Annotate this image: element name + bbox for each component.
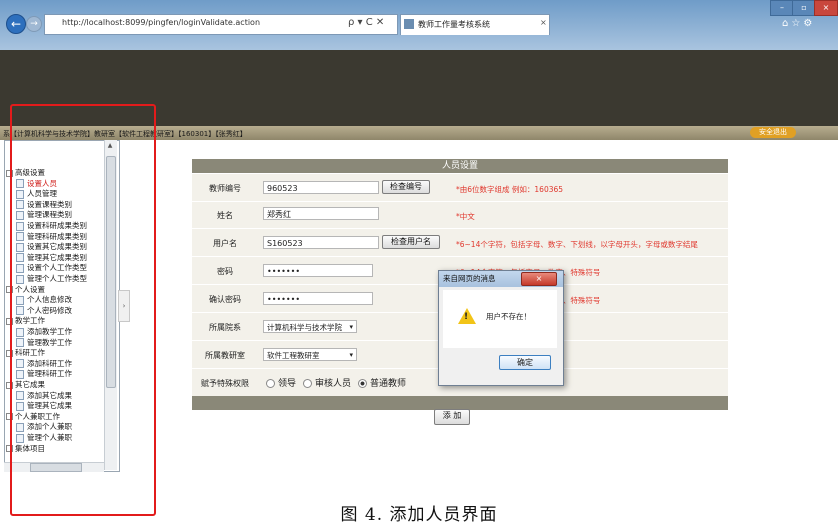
password-input[interactable]: ••••••• [263, 264, 373, 277]
maximize-button[interactable]: ▫ [792, 0, 816, 16]
page-favicon-icon [404, 19, 414, 29]
confirm-password-label: 确认密码 [209, 295, 241, 304]
office-label: 所属教研室 [205, 351, 245, 360]
username-hint: *6~14个字符，包括字母、数字、下划线，以字母开头，字母或数字结尾 [456, 240, 698, 249]
permission-option[interactable]: 审核人员 [303, 379, 351, 389]
logout-button[interactable]: 安全退出 [750, 127, 796, 138]
office-dropdown-icon[interactable]: ▾ [349, 349, 353, 362]
address-search-refresh-icons[interactable]: ρ ▾ C ✕ [348, 17, 384, 28]
permission-option[interactable]: 领导 [266, 379, 296, 389]
warning-icon-mark: ! [464, 312, 469, 322]
highlight-box [10, 104, 156, 516]
name-hint: *中文 [456, 212, 475, 221]
radio-button-icon[interactable] [303, 379, 313, 388]
dialog-close-button[interactable]: × [521, 272, 557, 286]
form-row-username: 用户名 S160523 检查用户名 *6~14个字符，包括字母、数字、下划线，以… [192, 229, 728, 257]
permission-label: 赋予特殊权限 [201, 379, 249, 388]
department-label: 所属院系 [209, 323, 241, 332]
tab-title: 教师工作量考核系统 [418, 20, 490, 29]
figure-caption: 图 4. 添加人员界面 [340, 505, 498, 525]
office-select[interactable]: 软件工程教研室 ▾ [263, 348, 357, 361]
username-label: 用户名 [213, 239, 237, 248]
department-dropdown-icon[interactable]: ▾ [349, 321, 353, 334]
form-row-name: 姓名 郑秀红 *中文 [192, 202, 728, 229]
permission-option-label: 普通教师 [370, 379, 407, 389]
confirm-password-input[interactable]: ••••••• [263, 292, 373, 305]
form-footer-bar [192, 396, 728, 410]
window-close-button[interactable]: × [814, 0, 838, 16]
radio-button-icon[interactable] [358, 379, 368, 388]
minimize-button[interactable]: – [770, 0, 794, 16]
teacher-id-hint: *由6位数字组成 例如：160365 [456, 185, 564, 194]
teacher-id-label: 教师编号 [209, 184, 241, 193]
home-favorites-settings-icons[interactable]: ⌂☆⚙ [782, 18, 815, 29]
teacher-id-input[interactable]: 960523 [263, 181, 379, 194]
office-value: 软件工程教研室 [267, 351, 320, 360]
department-value: 计算机科学与技术学院 [267, 323, 342, 332]
add-button[interactable]: 添 加 [434, 409, 470, 425]
address-text: http://localhost:8099/pingfen/loginValid… [62, 18, 261, 27]
radio-button-icon[interactable] [266, 379, 275, 388]
tab-close-icon[interactable]: × [540, 18, 547, 27]
password-label: 密码 [217, 267, 233, 276]
dialog-ok-button[interactable]: 确定 [499, 355, 551, 370]
permission-option-label: 领导 [278, 379, 297, 389]
dialog-message: 用户不存在！ [486, 312, 531, 321]
form-title: 人员设置 [192, 159, 728, 173]
permission-radio-group: 领导 审核人员 普通教师 [266, 376, 413, 389]
form-row-teacher-id: 教师编号 960523 检查编号 *由6位数字组成 例如：160365 [192, 174, 728, 202]
department-select[interactable]: 计算机科学与技术学院 ▾ [263, 320, 357, 333]
forward-button[interactable]: → [26, 16, 42, 32]
back-button[interactable]: ← [6, 14, 26, 34]
check-username-button[interactable]: 检查用户名 [382, 235, 440, 249]
permission-option[interactable]: 普通教师 [358, 379, 406, 389]
permission-option-label: 审核人员 [315, 379, 352, 389]
check-id-button[interactable]: 检查编号 [382, 180, 430, 194]
username-input[interactable]: S160523 [263, 236, 379, 249]
name-input[interactable]: 郑秀红 [263, 207, 379, 220]
name-label: 姓名 [217, 211, 233, 220]
